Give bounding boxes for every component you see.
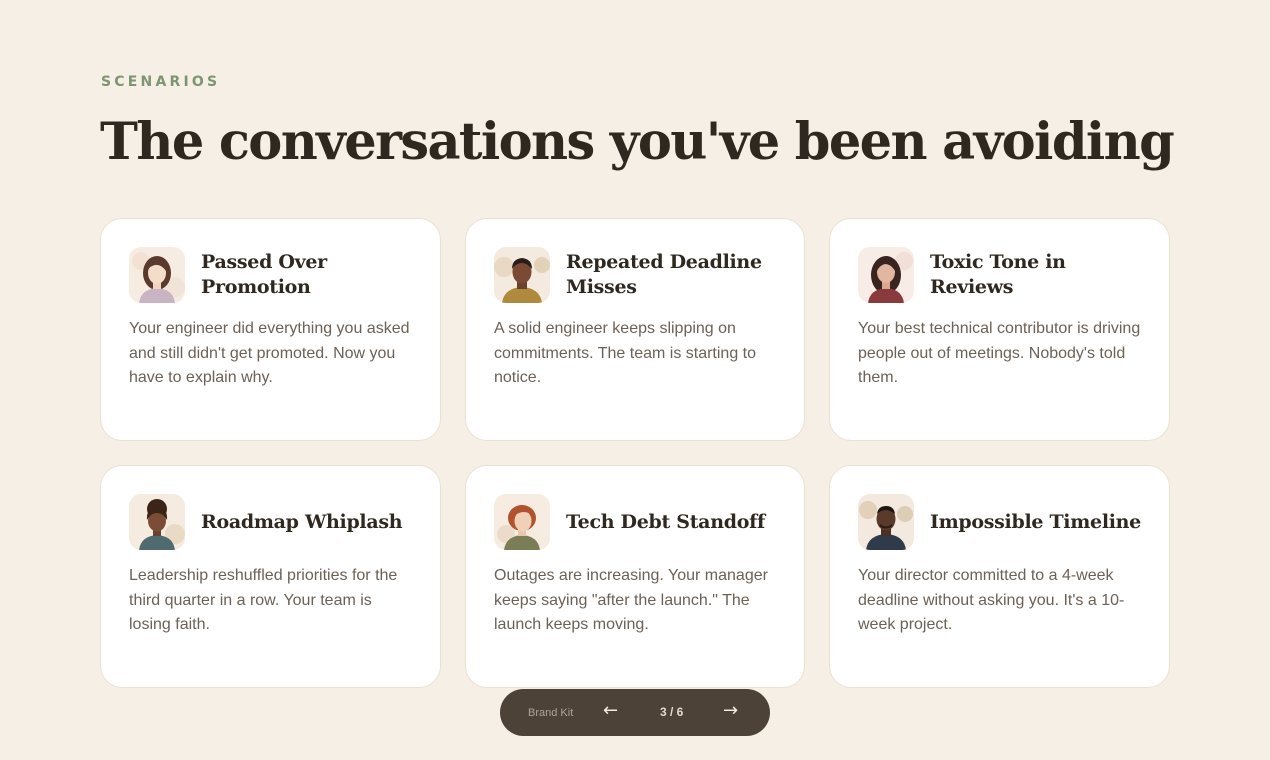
scenario-card-passed-over-promotion[interactable]: Passed Over Promotion Your engineer did … xyxy=(100,218,441,441)
brand-kit-link[interactable]: Brand Kit xyxy=(528,707,573,719)
scenario-card-impossible-timeline[interactable]: Impossible Timeline Your director commit… xyxy=(829,465,1170,688)
scenario-grid: Passed Over Promotion Your engineer did … xyxy=(100,218,1170,688)
section-eyebrow: SCENARIOS xyxy=(101,74,221,90)
scenario-card-repeated-deadline-misses[interactable]: Repeated Deadline Misses A solid enginee… xyxy=(465,218,805,441)
card-description: A solid engineer keeps slipping on commi… xyxy=(494,320,757,386)
man-portrait-avatar xyxy=(858,494,914,550)
woman-portrait-avatar xyxy=(494,494,550,550)
scenario-card-tech-debt-standoff[interactable]: Tech Debt Standoff Outages are increasin… xyxy=(465,465,805,688)
arrow-right-icon[interactable]: → xyxy=(723,701,738,721)
card-title: Toxic Tone in Reviews xyxy=(930,251,1066,298)
arrow-left-icon[interactable]: ← xyxy=(603,701,618,721)
card-title: Passed Over Promotion xyxy=(201,251,327,298)
card-description: Your best technical contributor is drivi… xyxy=(858,320,1141,386)
card-description: Leadership reshuffled priorities for the… xyxy=(129,567,398,633)
card-description: Your director committed to a 4-week dead… xyxy=(858,567,1125,633)
card-title: Impossible Timeline xyxy=(930,510,1141,533)
slide-counter: 3 / 6 xyxy=(660,705,684,719)
man-portrait-avatar xyxy=(494,247,550,303)
scenario-card-toxic-tone-in-reviews[interactable]: Toxic Tone in Reviews Your best technica… xyxy=(829,218,1170,441)
woman-portrait-avatar xyxy=(129,247,185,303)
card-description: Your engineer did everything you asked a… xyxy=(129,320,410,386)
page-title: The conversations you've been avoiding xyxy=(100,112,1175,172)
scenario-card-roadmap-whiplash[interactable]: Roadmap Whiplash Leadership reshuffled p… xyxy=(100,465,441,688)
card-description: Outages are increasing. Your manager kee… xyxy=(494,567,768,633)
card-title: Roadmap Whiplash xyxy=(201,510,403,533)
woman-portrait-avatar xyxy=(858,247,914,303)
woman-portrait-avatar xyxy=(129,494,185,550)
slide-pager: Brand Kit ← 3 / 6 → xyxy=(500,689,770,736)
card-title: Repeated Deadline Misses xyxy=(566,251,762,298)
card-title: Tech Debt Standoff xyxy=(566,510,765,533)
